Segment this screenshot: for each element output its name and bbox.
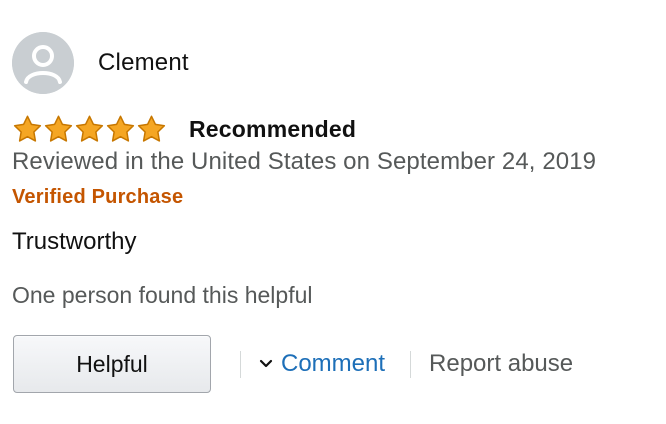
user-avatar-icon — [12, 32, 74, 94]
verified-purchase-badge: Verified Purchase — [12, 186, 184, 208]
helpful-button[interactable]: Helpful — [13, 335, 211, 393]
report-abuse-link[interactable]: Report abuse — [429, 350, 573, 378]
star-icon — [75, 115, 104, 142]
star-icon — [106, 115, 135, 142]
action-divider — [240, 350, 241, 378]
reviewer-profile[interactable]: Clement — [12, 32, 662, 94]
review-date: Reviewed in the United States on Septemb… — [12, 148, 597, 175]
star-icon — [44, 115, 73, 142]
review-title[interactable]: Recommended — [189, 116, 356, 143]
helpful-count: One person found this helpful — [12, 282, 313, 308]
comment-link[interactable]: Comment — [259, 350, 385, 378]
reviewer-name[interactable]: Clement — [98, 49, 189, 77]
chevron-down-icon — [259, 359, 273, 368]
comment-label: Comment — [281, 350, 386, 377]
star-icon — [137, 115, 166, 142]
customer-review: Clement Recommended Reviewed in the Unit… — [12, 32, 662, 395]
action-divider — [410, 350, 412, 378]
rating-and-title: Recommended — [12, 113, 662, 145]
star-rating[interactable] — [12, 114, 170, 144]
review-body: Trustworthy — [12, 228, 137, 255]
review-actions: Helpful Comment Report abuse — [12, 333, 662, 395]
star-icon — [13, 115, 42, 142]
